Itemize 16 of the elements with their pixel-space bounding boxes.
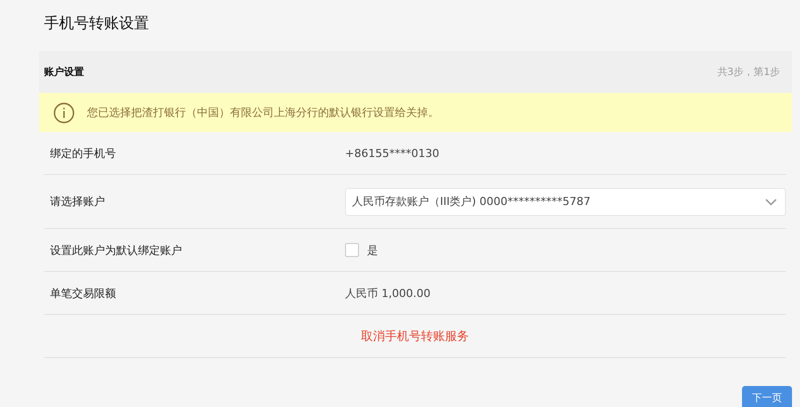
field-label: 单笔交易限额 [49,286,117,300]
cancel-service-link[interactable]: 取消手机号转账服务 [361,328,469,344]
checkbox[interactable] [345,243,359,257]
checkbox-label[interactable]: 是 [367,242,378,258]
info-icon [53,102,75,124]
account-select[interactable]: 人民币存款账户（III类户) 0000**********5787 [345,188,786,216]
field-label: 绑定的手机号 [49,146,117,160]
page-title: 手机号转账设置 [43,13,150,34]
chevron-down-icon [765,198,777,206]
notice-text: 您已选择把渣打银行（中国）有限公司上海分行的默认银行设置给关掉。 [87,105,439,120]
field-label: 设置此账户为默认绑定账户 [49,242,183,258]
field-value: 人民币 1,000.00 [345,286,430,300]
field-label: 请选择账户 [49,194,106,209]
field-value: +86155****0130 [345,146,440,160]
step-indicator: 共3步，第1步 [717,66,780,79]
section-title: 账户设置 [44,65,84,79]
